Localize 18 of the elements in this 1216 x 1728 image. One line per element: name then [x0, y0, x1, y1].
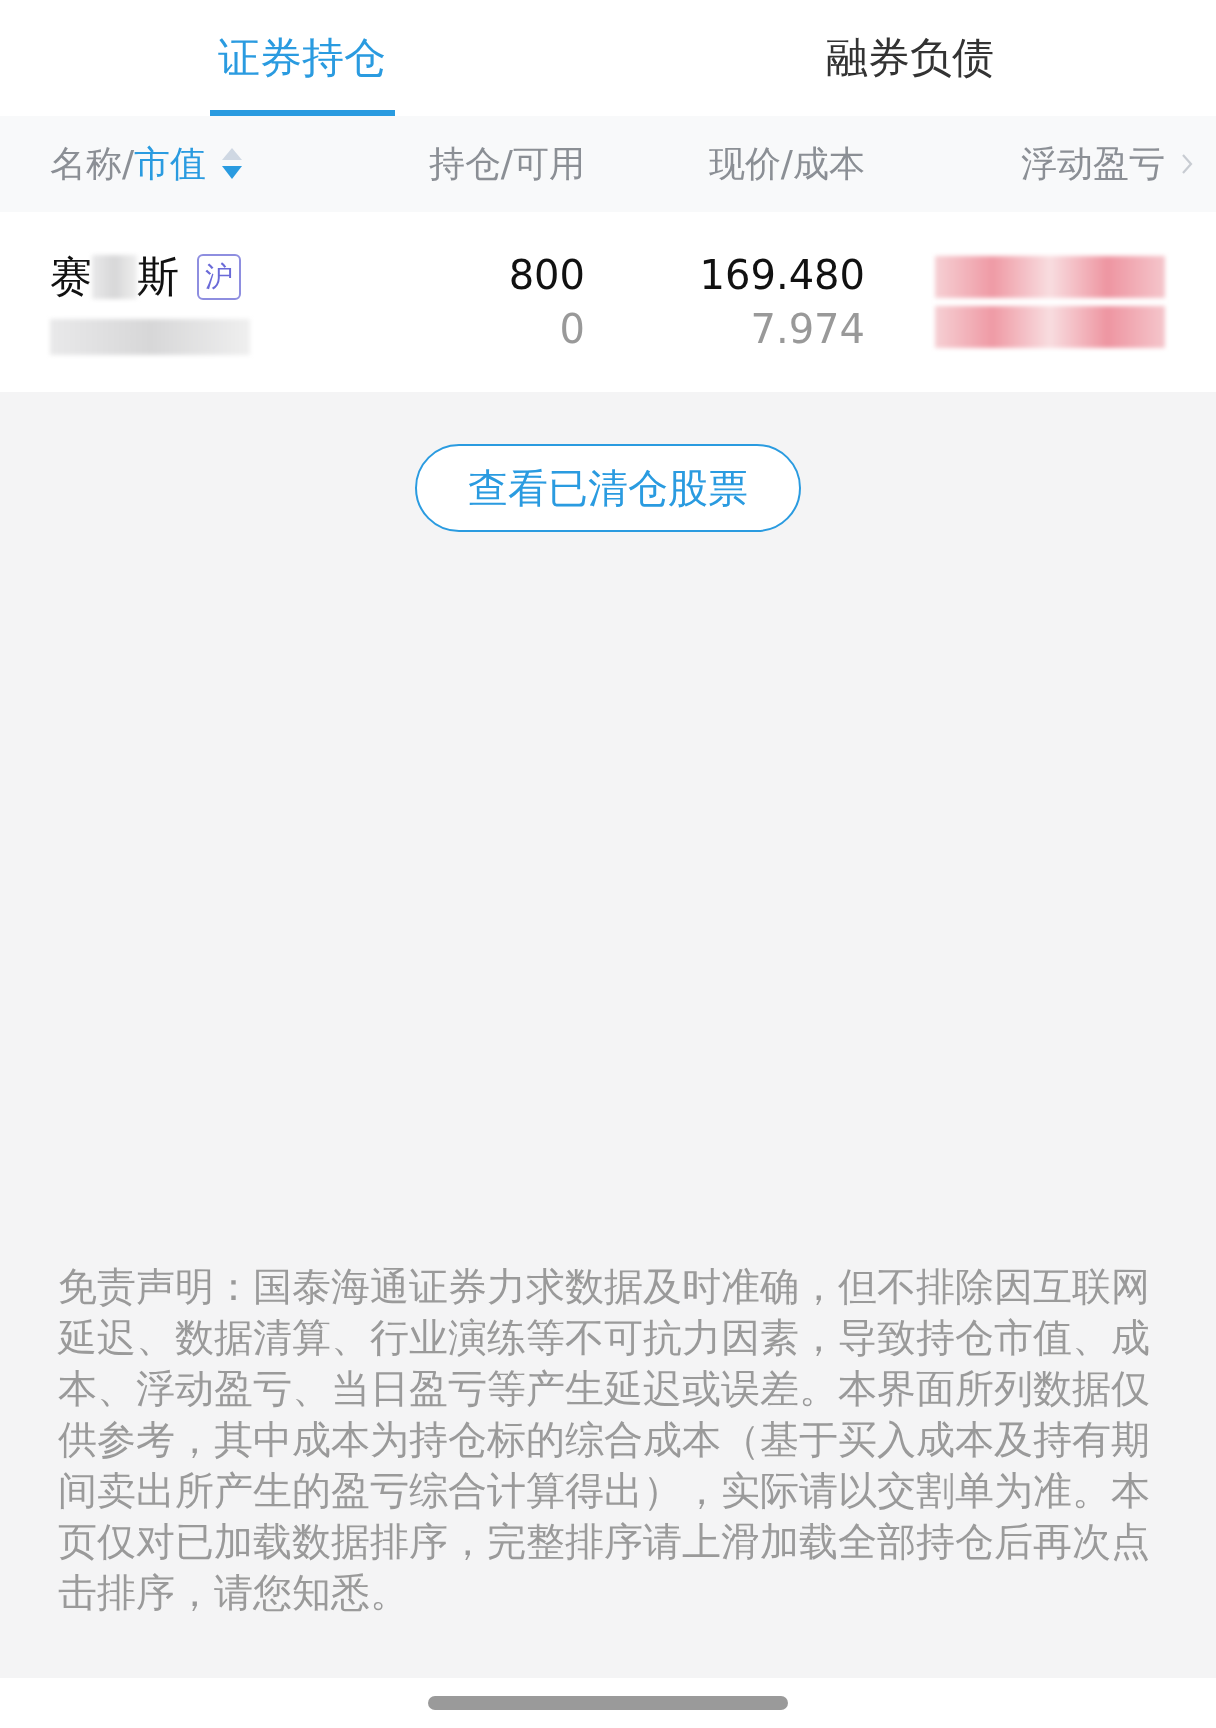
current-price: 169.480 [699, 252, 865, 298]
stock-name: 斯 [137, 251, 179, 303]
view-cleared-stocks-button[interactable]: 查看已清仓股票 [415, 444, 801, 532]
available-quantity: 0 [559, 306, 585, 352]
redacted-block [92, 255, 137, 299]
column-header: 现价/成本 [708, 141, 865, 186]
column-header: 持仓/可用 [428, 141, 585, 186]
holding-quantity: 800 [508, 252, 585, 298]
sort-column-header[interactable]: 市值 [134, 139, 207, 189]
market-tag: 沪 [197, 254, 241, 300]
stock-name: 赛 [50, 251, 92, 303]
cost-price: 7.974 [750, 306, 865, 352]
disclaimer-text: 免责声明：国泰海通证券力求数据及时准确，但不排除因互联网延迟、数据清算、行业演练等不可抗力因素，导致持仓市值、成本、浮动盈亏、当日盈亏等产生延迟或误差。本界面所列数据仅供参考，其中成本为持仓标的综合成本（基于买入成本及持有期间卖出所产生的盈亏综合计算得出），实际请以交割单为准。本页仅对已加载数据排序，完整排序请上滑加载全部持仓后再次点击排序，请您知悉。 [58, 1263, 1151, 1617]
home-indicator[interactable] [428, 1696, 788, 1710]
column-header[interactable]: 浮动盈亏 [1021, 139, 1165, 189]
chevron-right-icon[interactable] [1181, 153, 1193, 175]
column-header[interactable]: 名称/ [50, 139, 135, 189]
tab[interactable]: 融券负债 [604, 0, 1216, 116]
